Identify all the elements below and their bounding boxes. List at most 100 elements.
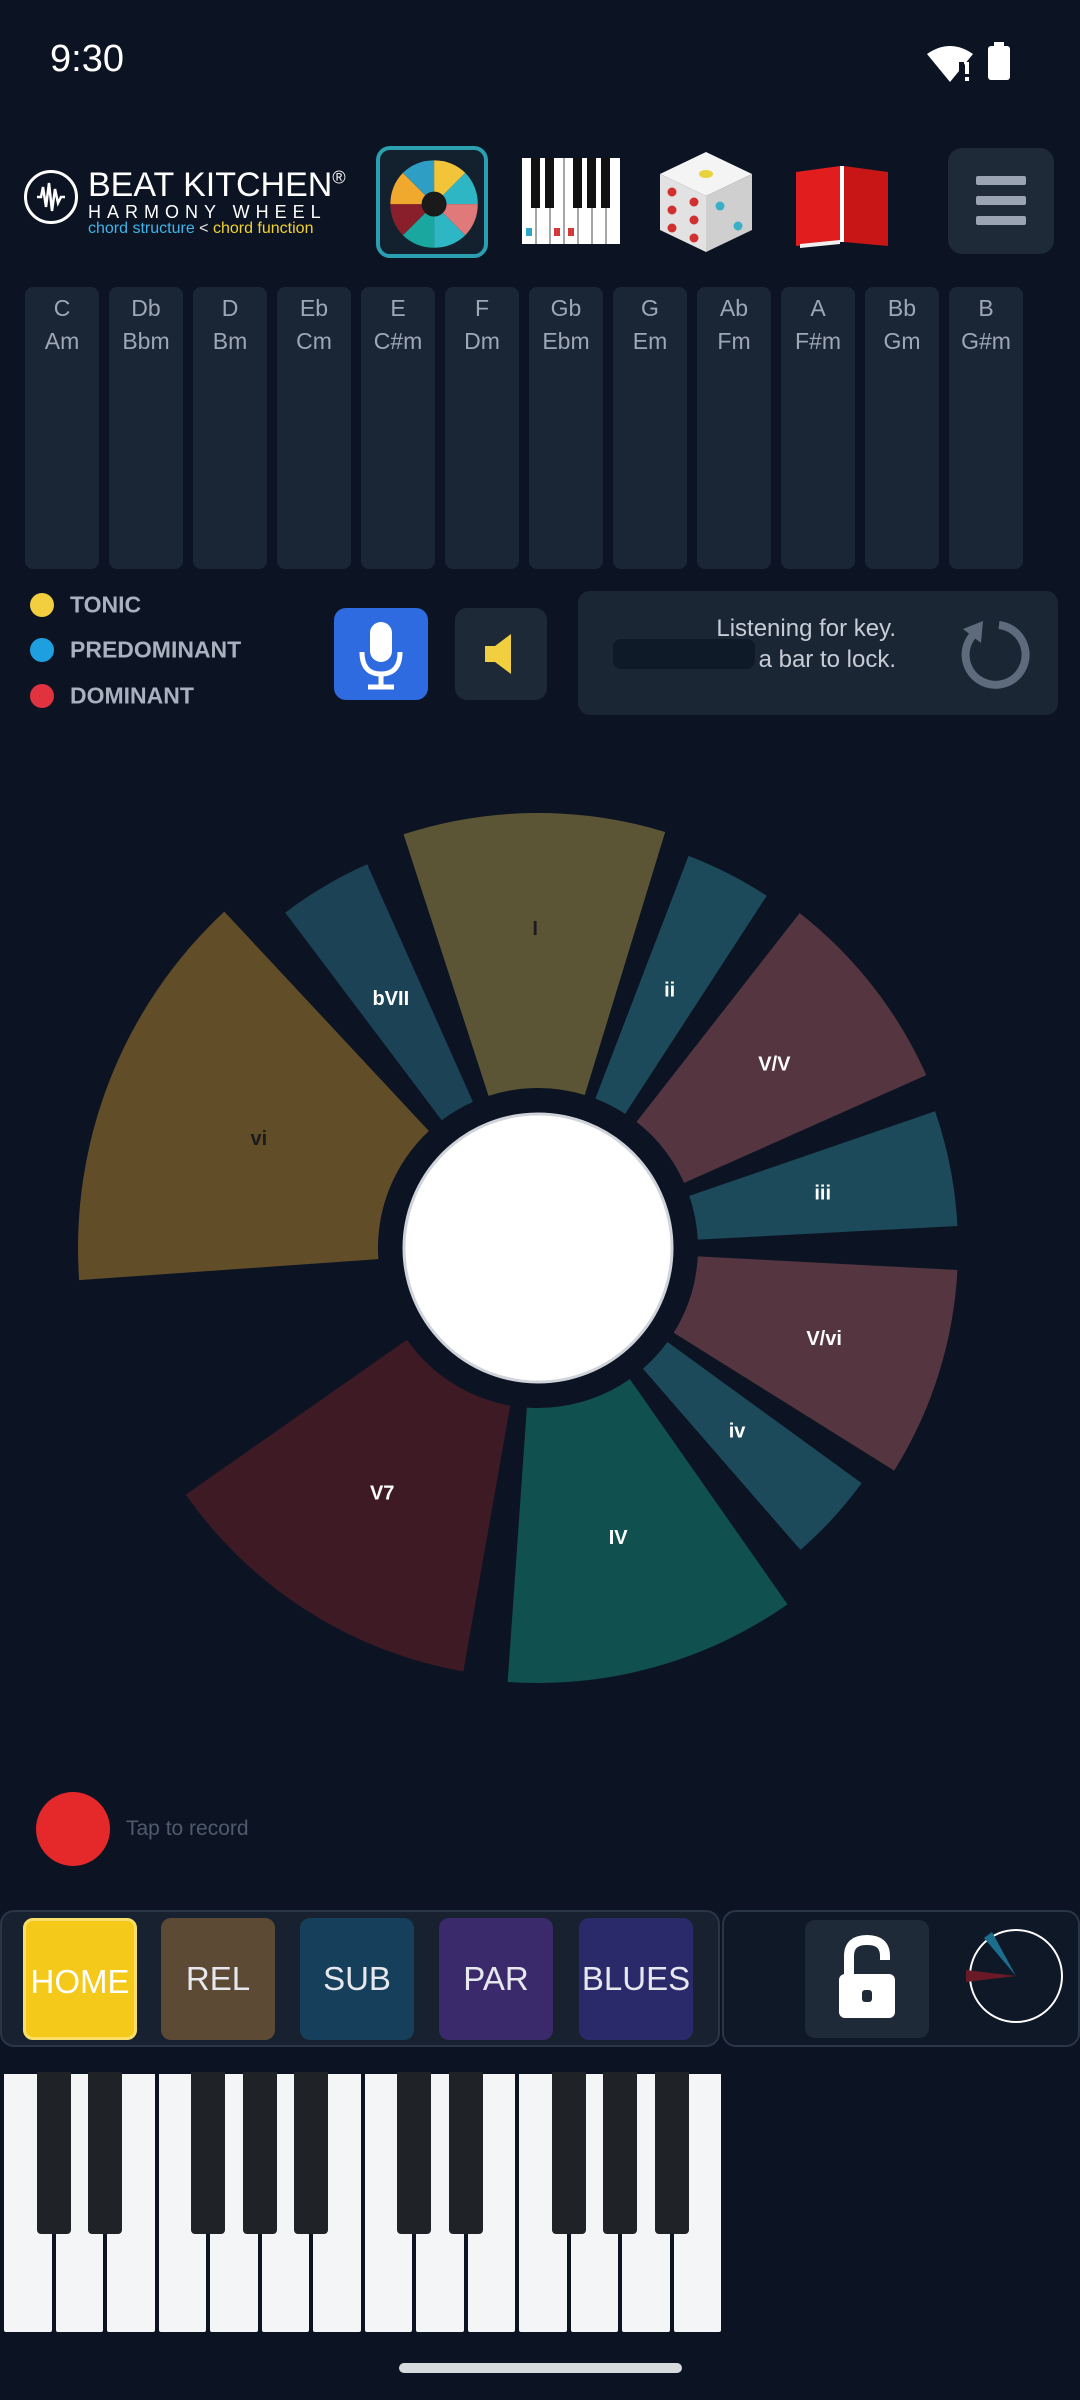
status-time: 9:30	[50, 38, 124, 80]
microphone-button[interactable]	[334, 608, 428, 700]
legend-dot-dominant	[30, 683, 54, 708]
wheel-center-circle[interactable]	[402, 1112, 674, 1384]
key-minor: G#m	[961, 328, 1011, 354]
mode-home-button[interactable]: HOME	[23, 1918, 137, 2040]
piano-black-key[interactable]	[603, 2072, 637, 2234]
key-major: C	[53, 295, 71, 321]
key-column-e[interactable]: E C#m	[361, 287, 435, 569]
record-label: Tap to record	[126, 1817, 249, 1840]
piano-icon	[522, 158, 620, 244]
key-column-eb[interactable]: Eb Cm	[277, 287, 351, 569]
key-minor: Bbm	[122, 328, 170, 354]
wheel-segment-label: I	[532, 918, 538, 940]
mode-rel-button[interactable]: REL	[161, 1918, 275, 2040]
speaker-button[interactable]	[455, 608, 547, 700]
wheel-segment-label: iv	[729, 1420, 747, 1442]
key-column-db[interactable]: Db Bbm	[109, 287, 183, 569]
key-minor: Em	[632, 328, 668, 354]
key-listening-panel: Listening for key. a bar to lock.	[578, 591, 1058, 715]
key-column-g[interactable]: G Em	[613, 287, 687, 569]
wheel-segment-label: V/vi	[806, 1328, 842, 1350]
key-minor: Dm	[464, 328, 500, 354]
refresh-icon[interactable]	[953, 615, 1033, 695]
key-column-c[interactable]: C Am	[25, 287, 99, 569]
key-column-b[interactable]: B G#m	[949, 287, 1023, 569]
wheel-segment-label: iii	[814, 1183, 831, 1205]
wheel-segment-label: vi	[251, 1128, 268, 1150]
piano-black-key[interactable]	[551, 2072, 586, 2234]
microphone-icon	[359, 622, 403, 690]
piano-black-key[interactable]	[294, 2072, 328, 2234]
key-major: Ab	[719, 295, 749, 321]
wheel-segment-label: V/V	[758, 1053, 791, 1075]
legend-dominant: DOMINANT	[30, 681, 194, 717]
key-major: A	[810, 295, 826, 321]
mode-par-button[interactable]: PAR	[439, 1918, 553, 2040]
key-major: G	[641, 295, 659, 321]
book-icon	[796, 166, 888, 248]
legend-dot-tonic	[30, 592, 54, 617]
piano-black-key[interactable]	[397, 2072, 431, 2234]
key-column-f[interactable]: F Dm	[445, 287, 519, 569]
home-indicator[interactable]	[399, 2363, 682, 2373]
piano-keyboard	[0, 2072, 723, 2336]
hamburger-menu-button[interactable]	[948, 148, 1054, 254]
record-button[interactable]	[36, 1792, 110, 1866]
hamburger-menu-icon	[976, 176, 1026, 185]
key-major: B	[978, 295, 994, 321]
piano-tool-button[interactable]	[516, 146, 628, 258]
key-major: E	[390, 295, 406, 321]
legend-predominant: PREDOMINANT	[30, 635, 241, 671]
wheel-segment-label: IV	[609, 1527, 629, 1549]
key-column-d[interactable]: D Bm	[193, 287, 267, 569]
key-column-bb[interactable]: Bb Gm	[865, 287, 939, 569]
logo-wave-icon	[24, 170, 78, 224]
menu-bar-line	[976, 216, 1026, 225]
key-column-ab[interactable]: Ab Fm	[697, 287, 771, 569]
key-major: F	[474, 295, 490, 321]
mode-blues-button[interactable]: BLUES	[579, 1918, 693, 2040]
mode-sub-button[interactable]: SUB	[300, 1918, 414, 2040]
piano-black-key[interactable]	[88, 2072, 122, 2234]
key-minor: C#m	[373, 328, 423, 354]
piano-black-key[interactable]	[191, 2072, 225, 2234]
harmony-wheel: Iii V/V iii V/vi iv IV V7 vi bVII	[78, 812, 958, 1683]
legend-tonic: TONIC	[30, 590, 141, 626]
beat-kitchen-logo: BEAT KITCHEN® HARMONY WHEEL chord struct…	[20, 160, 346, 240]
legend-dot-predominant	[30, 637, 54, 662]
piano-black-key[interactable]	[242, 2072, 277, 2234]
speaker-icon	[485, 634, 511, 674]
wifi-icon	[927, 46, 973, 82]
tempo-dial[interactable]	[966, 1926, 1066, 2026]
piano-black-key[interactable]	[654, 2072, 689, 2234]
key-major: Bb	[887, 295, 917, 321]
key-major: Eb	[299, 295, 329, 321]
piano-black-key[interactable]	[36, 2072, 71, 2234]
logo-title: BEAT KITCHEN®	[88, 166, 346, 204]
key-minor: Cm	[296, 328, 332, 354]
harmony-wheel-icon	[390, 160, 478, 248]
wheel-segment-label: ii	[664, 980, 675, 1002]
harmony-wheel-button[interactable]	[376, 146, 488, 258]
key-minor: F#m	[795, 328, 841, 354]
unlock-icon	[839, 1934, 895, 2018]
battery-icon	[988, 42, 1010, 80]
key-minor: Ebm	[542, 328, 590, 354]
key-minor: Bm	[212, 328, 248, 354]
key-major: D	[221, 295, 239, 321]
key-major: Gb	[550, 295, 582, 321]
listening-status-text: Listening for key. a bar to lock.	[716, 615, 896, 673]
book-tool-button[interactable]	[786, 146, 898, 258]
key-column-gb[interactable]: Gb Ebm	[529, 287, 603, 569]
lock-button[interactable]	[805, 1920, 929, 2038]
dice-tool-button[interactable]	[650, 146, 762, 258]
key-column-a[interactable]: A F#m	[781, 287, 855, 569]
logo-tagline: chord structure < chord function	[88, 220, 314, 237]
key-major: Db	[131, 295, 161, 321]
wheel-segment-v7[interactable]	[185, 1339, 511, 1672]
key-minor: Fm	[717, 328, 751, 354]
menu-bar-line	[976, 196, 1026, 205]
piano-black-key[interactable]	[448, 2072, 483, 2234]
wheel-segment-label: V7	[370, 1483, 394, 1505]
key-minor: Am	[44, 328, 80, 354]
